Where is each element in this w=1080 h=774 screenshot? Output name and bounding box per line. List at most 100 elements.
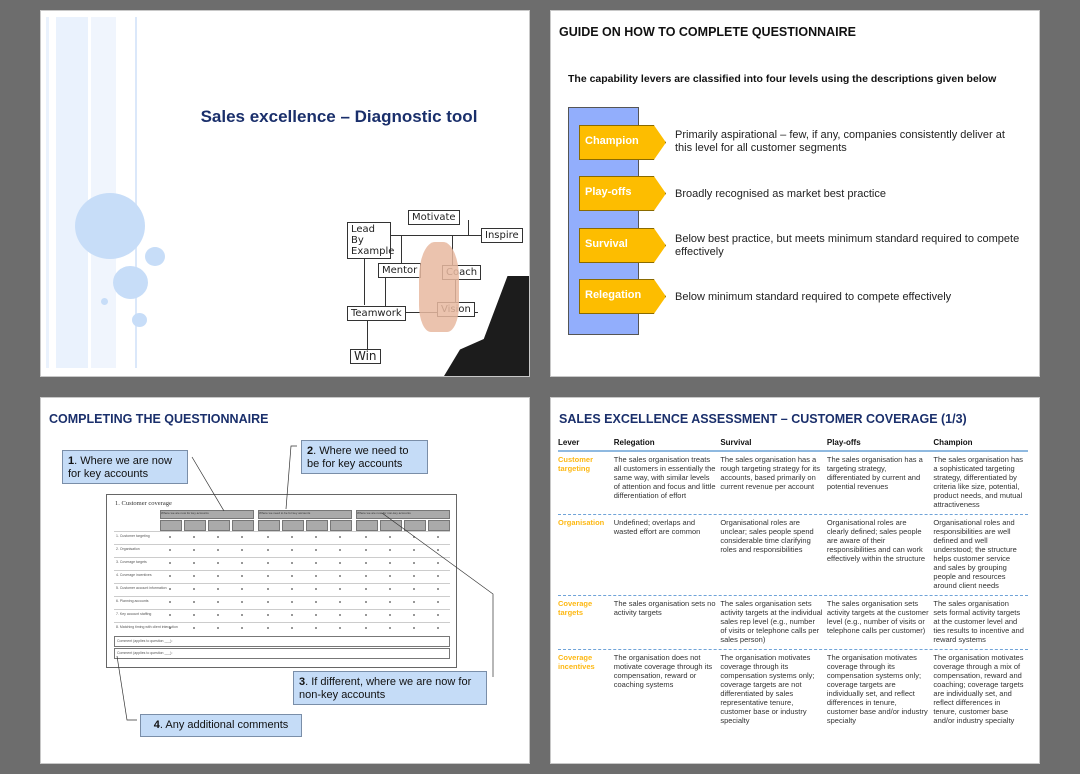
callout-2: 2. Where we need to be for key accounts: [301, 440, 428, 474]
level-cell: The organisation motivates coverage thro…: [826, 653, 928, 725]
radio-option: [217, 614, 219, 616]
radio-option: [193, 575, 195, 577]
level-cell: The sales organisation sets formal activ…: [933, 599, 1024, 644]
sketch-box-teamwork: Teamwork: [347, 306, 406, 321]
radio-option: [217, 601, 219, 603]
lever-name: Customer targeting: [558, 455, 594, 473]
form-group-header: Where we are now for key accounts: [160, 510, 254, 519]
radio-option: [169, 536, 171, 538]
radio-option: [413, 562, 415, 564]
radio-option: [241, 562, 243, 564]
radio-option: [217, 536, 219, 538]
form-column-header: [184, 520, 206, 531]
radio-option: [315, 614, 317, 616]
radio-option: [217, 588, 219, 590]
radio-option: [339, 549, 341, 551]
radio-option: [389, 627, 391, 629]
level-description-play-offs: Broadly recognised as market best practi…: [675, 188, 886, 200]
radio-option: [169, 549, 171, 551]
level-cell: Organisational roles are clearly defined…: [826, 518, 926, 563]
radio-option: [169, 614, 171, 616]
table-row: Coverage incentives The organisation does…: [558, 650, 1028, 730]
radio-option: [437, 575, 439, 577]
slide-guide[interactable]: GUIDE ON HOW TO COMPLETE QUESTIONNAIRE T…: [550, 10, 1040, 377]
radio-option: [241, 601, 243, 603]
radio-option: [389, 614, 391, 616]
radio-option: [267, 536, 269, 538]
radio-option: [169, 627, 171, 629]
radio-option: [339, 575, 341, 577]
lever-name: Organisation: [558, 518, 605, 527]
level-cell: The sales organisation sets activity tar…: [720, 599, 823, 644]
level-chevron-relegation: Relegation: [579, 279, 666, 314]
radio-option: [315, 549, 317, 551]
radio-option: [291, 601, 293, 603]
radio-option: [339, 627, 341, 629]
radio-option: [241, 575, 243, 577]
form-column-header: [160, 520, 182, 531]
radio-option: [291, 562, 293, 564]
level-cell: The sales organisation has a sophisticat…: [933, 455, 1024, 509]
hand-with-marker: [419, 242, 459, 332]
slide-heading: GUIDE ON HOW TO COMPLETE QUESTIONNAIRE: [559, 25, 857, 39]
radio-option: [267, 549, 269, 551]
form-column-header: [282, 520, 304, 531]
radio-option: [169, 575, 171, 577]
form-column-header: [356, 520, 378, 531]
form-column-header: [306, 520, 328, 531]
sketch-box-win: Win: [350, 349, 381, 364]
radio-option: [365, 614, 367, 616]
radio-option: [437, 627, 439, 629]
radio-option: [241, 549, 243, 551]
radio-option: [169, 601, 171, 603]
radio-option: [291, 536, 293, 538]
level-cell: The sales organisation has a targeting s…: [826, 455, 923, 491]
sketch-box-inspire: Inspire: [481, 228, 523, 243]
radio-option: [339, 614, 341, 616]
radio-option: [267, 601, 269, 603]
radio-option: [389, 588, 391, 590]
lever-name: Coverage targets: [558, 599, 593, 617]
radio-option: [339, 536, 341, 538]
form-row: 2. Organisation: [114, 544, 450, 558]
form-row: 8. Matching timing with client interacti…: [114, 622, 450, 636]
level-cell: The sales organisation sets no activity …: [613, 599, 716, 617]
slide-assessment[interactable]: SALES EXCELLENCE ASSESSMENT – CUSTOMER C…: [550, 397, 1040, 764]
level-cell: The organisation does not motivate cover…: [613, 653, 713, 689]
form-row: 6. Planning accounts: [114, 596, 450, 610]
radio-option: [291, 549, 293, 551]
level-cell: The sales organisation has a rough targe…: [720, 455, 820, 491]
radio-option: [267, 588, 269, 590]
radio-option: [169, 562, 171, 564]
radio-option: [389, 549, 391, 551]
radio-option: [193, 614, 195, 616]
sketch-box-motivate: Motivate: [408, 210, 460, 225]
radio-option: [413, 536, 415, 538]
radio-option: [315, 627, 317, 629]
form-row: 7. Key account staffing: [114, 609, 450, 623]
radio-option: [217, 627, 219, 629]
form-column-header: [380, 520, 402, 531]
radio-option: [389, 562, 391, 564]
radio-option: [413, 549, 415, 551]
slide-completing-questionnaire[interactable]: COMPLETING THE QUESTIONNAIRE 1. Customer…: [40, 397, 530, 764]
radio-option: [413, 588, 415, 590]
radio-option: [267, 562, 269, 564]
radio-option: [193, 562, 195, 564]
form-column-header: [258, 520, 280, 531]
radio-option: [437, 549, 439, 551]
form-row: 5. Customer account information: [114, 583, 450, 597]
lever-name: Coverage incentives: [558, 653, 595, 671]
decor-circle: [101, 298, 108, 305]
radio-option: [169, 588, 171, 590]
callout-3: 3. If different, where we are now for no…: [293, 671, 487, 705]
radio-option: [217, 575, 219, 577]
form-comment-field: Comment (applies to question ___):: [114, 648, 450, 659]
callout-1: 1. Where we are now for key accounts: [62, 450, 188, 484]
radio-option: [217, 549, 219, 551]
radio-option: [437, 601, 439, 603]
table-row: Customer targeting The sales organisation…: [558, 452, 1028, 515]
radio-option: [315, 601, 317, 603]
form-row: 4. Coverage incentives: [114, 570, 450, 584]
slide-title[interactable]: Sales excellence – Diagnostic tool Motiv…: [40, 10, 530, 377]
